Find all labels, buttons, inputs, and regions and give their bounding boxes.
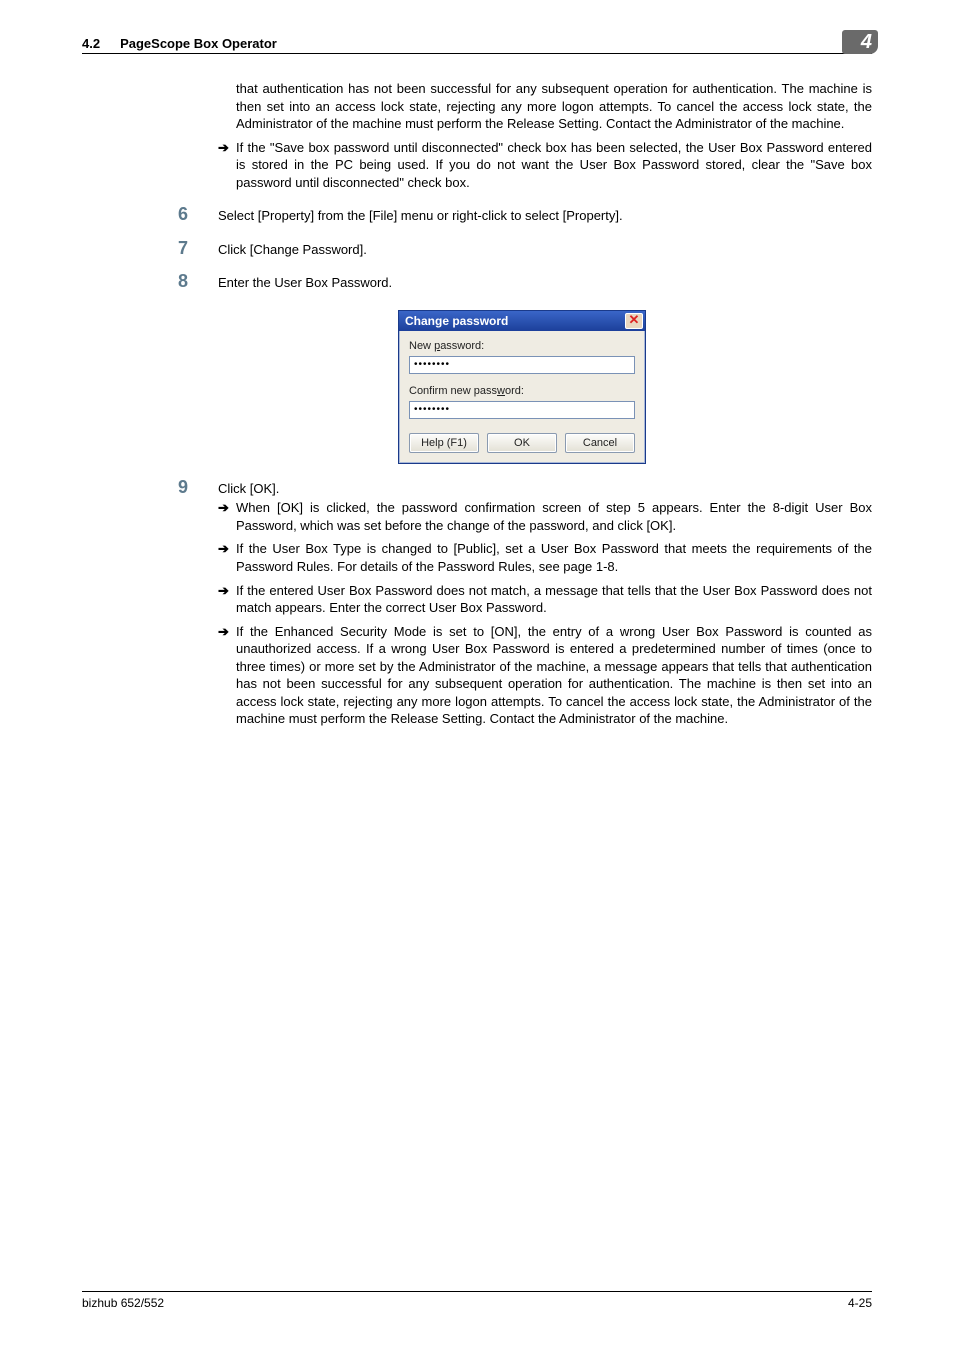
step9-bullet-2: ➔ If the entered User Box Password does …: [218, 582, 872, 617]
label-part: Confirm new pass: [409, 385, 497, 397]
step-number: 8: [178, 272, 218, 292]
dialog-title-text: Change password: [405, 313, 508, 329]
dialog-button-row: Help (F1) OK Cancel: [409, 433, 635, 453]
new-password-label: New password:: [409, 339, 635, 354]
step9-bullet-3: ➔ If the Enhanced Security Mode is set t…: [218, 623, 872, 728]
close-icon[interactable]: ✕: [625, 313, 643, 329]
continuation-paragraph: that authentication has not been success…: [236, 80, 872, 133]
arrow-icon: ➔: [218, 582, 236, 617]
step-number: 9: [178, 478, 218, 498]
confirm-password-label: Confirm new password:: [409, 384, 635, 399]
bullet-text: If the entered User Box Password does no…: [236, 582, 872, 617]
label-part: New: [409, 340, 434, 352]
step-6: 6 Select [Property] from the [File] menu…: [178, 205, 872, 225]
step-text: Enter the User Box Password.: [218, 272, 872, 292]
label-part: assword:: [440, 340, 484, 352]
footer-page-number: 4-25: [848, 1296, 872, 1310]
section-number: 4.2: [82, 36, 100, 51]
bullet-save-box-pw: ➔ If the "Save box password until discon…: [218, 139, 872, 192]
bullet-text: If the "Save box password until disconne…: [236, 139, 872, 192]
page-header: 4.2 PageScope Box Operator 4: [82, 36, 872, 54]
bullet-text: If the Enhanced Security Mode is set to …: [236, 623, 872, 728]
bullet-text: When [OK] is clicked, the password confi…: [236, 499, 872, 534]
cancel-button[interactable]: Cancel: [565, 433, 635, 453]
page-footer: bizhub 652/552 4-25: [82, 1291, 872, 1310]
step-8: 8 Enter the User Box Password.: [178, 272, 872, 292]
confirm-password-input[interactable]: [409, 401, 635, 419]
bullet-text: If the User Box Type is changed to [Publ…: [236, 540, 872, 575]
change-password-dialog: Change password ✕ New password: Confirm …: [398, 310, 646, 464]
step-text: Click [Change Password].: [218, 239, 872, 259]
step9-bullet-1: ➔ If the User Box Type is changed to [Pu…: [218, 540, 872, 575]
step9-bullet-0: ➔ When [OK] is clicked, the password con…: [218, 499, 872, 534]
content-area: that authentication has not been success…: [82, 80, 872, 728]
step-text: Select [Property] from the [File] menu o…: [218, 205, 872, 225]
step-7: 7 Click [Change Password].: [178, 239, 872, 259]
chapter-badge: 4: [842, 30, 878, 54]
step-number: 7: [178, 239, 218, 259]
step-text: Click [OK].: [218, 478, 872, 498]
new-password-input[interactable]: [409, 356, 635, 374]
header-left: 4.2 PageScope Box Operator: [82, 36, 277, 51]
dialog-body: New password: Confirm new password: Help…: [399, 331, 645, 463]
section-title: PageScope Box Operator: [120, 36, 277, 51]
mnemonic: w: [497, 385, 505, 397]
footer-model: bizhub 652/552: [82, 1296, 164, 1310]
ok-button[interactable]: OK: [487, 433, 557, 453]
help-button[interactable]: Help (F1): [409, 433, 479, 453]
page: 4.2 PageScope Box Operator 4 that authen…: [0, 0, 954, 1350]
label-part: ord:: [505, 385, 524, 397]
step-number: 6: [178, 205, 218, 225]
arrow-icon: ➔: [218, 540, 236, 575]
dialog-screenshot: Change password ✕ New password: Confirm …: [398, 310, 872, 464]
dialog-titlebar: Change password ✕: [399, 311, 645, 331]
arrow-icon: ➔: [218, 139, 236, 192]
arrow-icon: ➔: [218, 623, 236, 728]
arrow-icon: ➔: [218, 499, 236, 534]
step-9: 9 Click [OK].: [178, 478, 872, 498]
